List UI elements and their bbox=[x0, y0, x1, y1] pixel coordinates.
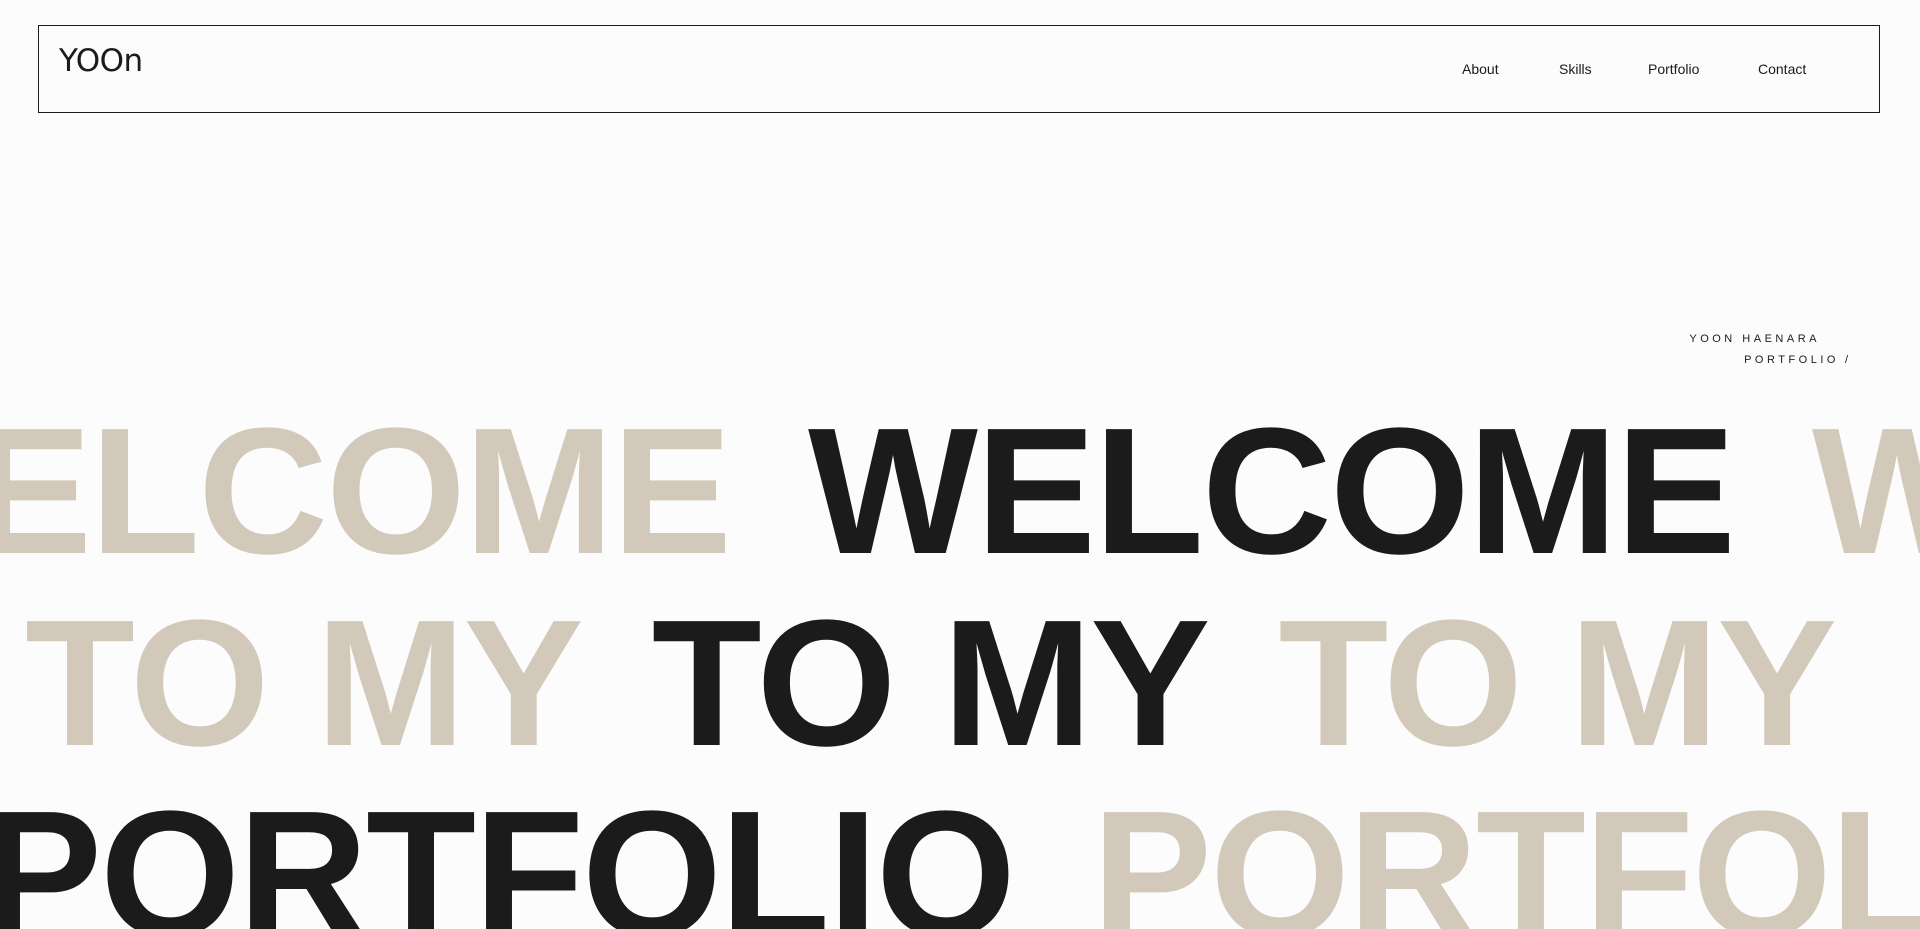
nav-link-about[interactable]: About bbox=[1462, 62, 1559, 76]
marquee-row-welcome: ELCOME WELCOME WELCOME bbox=[0, 391, 1920, 592]
hero-tagline: YOON HAENARA PORTFOLIO / bbox=[1689, 329, 1848, 371]
marquee-ghost-text: PORTFOLIO bbox=[1091, 774, 1920, 929]
marquee-solid-text: TO MY bbox=[651, 583, 1211, 784]
main-nav: About Skills Portfolio Contact bbox=[1462, 62, 1818, 76]
tagline-portfolio: PORTFOLIO bbox=[1744, 354, 1839, 366]
page: YOOn About Skills Portfolio Contact YOON… bbox=[0, 0, 1920, 929]
nav-link-portfolio[interactable]: Portfolio bbox=[1648, 62, 1758, 76]
marquee-ghost-text: TO MY bbox=[1278, 583, 1837, 784]
tagline-slash: / bbox=[1844, 354, 1848, 366]
marquee-ghost-text: ELCOME bbox=[0, 391, 732, 592]
marquee-ghost-text: TO MY bbox=[25, 583, 584, 784]
marquee-ghost-text: WELCOME bbox=[1811, 391, 1920, 592]
nav-link-skills[interactable]: Skills bbox=[1559, 62, 1648, 76]
nav-link-contact[interactable]: Contact bbox=[1758, 62, 1818, 76]
marquee-row-to-my: TO MY TO MY TO MY bbox=[25, 594, 1920, 774]
site-header: YOOn About Skills Portfolio Contact bbox=[38, 25, 1880, 113]
marquee-row-portfolio: PORTFOLIO PORTFOLIO bbox=[0, 774, 1920, 929]
logo[interactable]: YOOn bbox=[59, 46, 143, 77]
marquee-solid-text: WELCOME bbox=[808, 391, 1736, 592]
tagline-name: YOON HAENARA bbox=[1689, 333, 1820, 345]
marquee-solid-text: PORTFOLIO bbox=[0, 774, 1016, 929]
